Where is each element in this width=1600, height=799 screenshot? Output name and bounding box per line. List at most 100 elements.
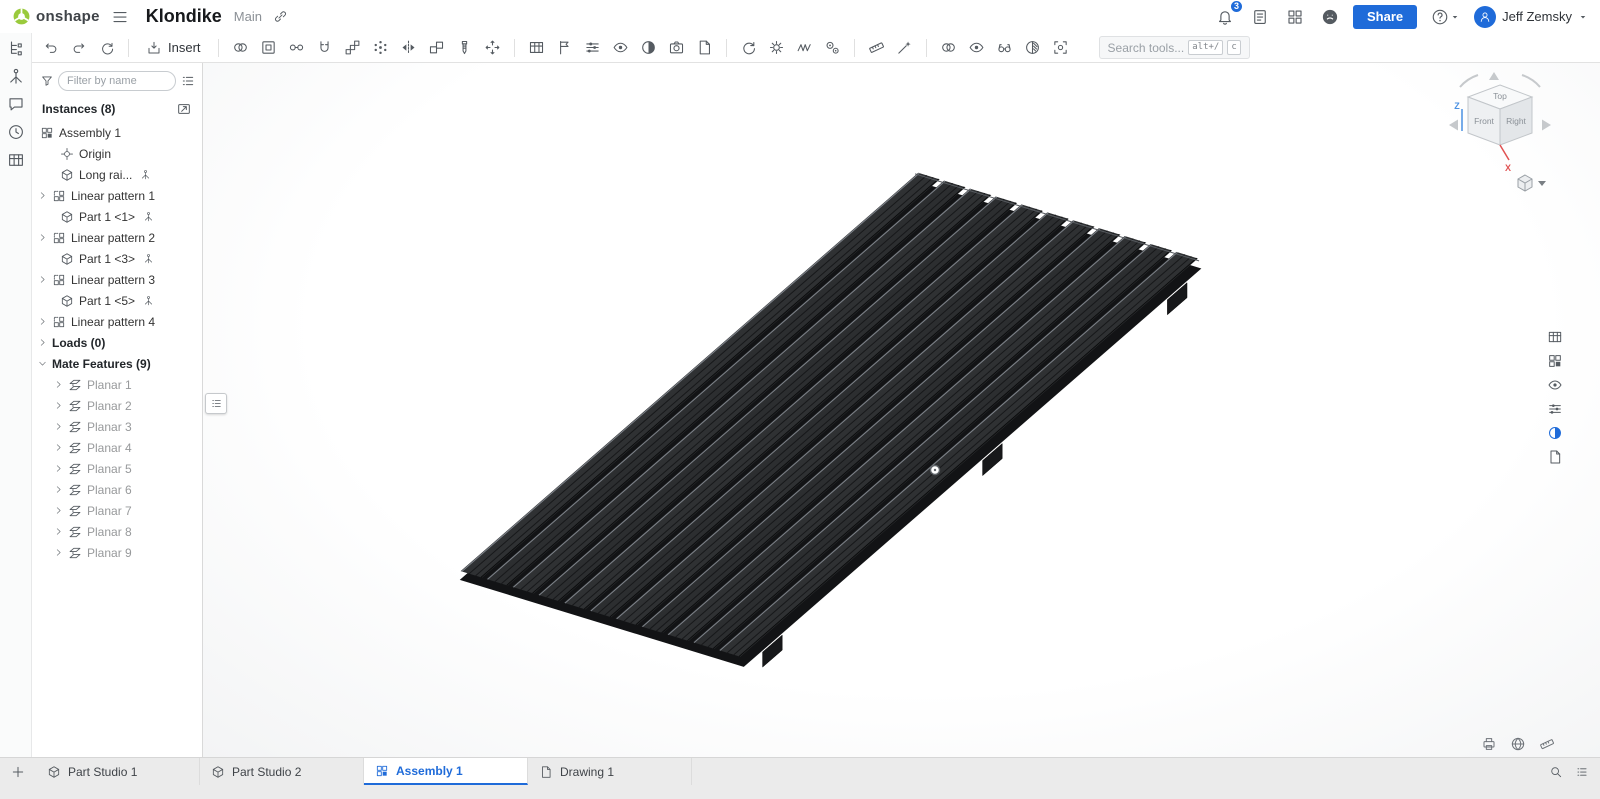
insert-instance-icon[interactable] (176, 101, 192, 117)
replicate-tool-button[interactable] (423, 35, 450, 61)
copy-link-button[interactable] (270, 6, 291, 27)
mate-relation-tool-button[interactable] (283, 35, 310, 61)
custom-tables-panel-button[interactable] (1544, 446, 1566, 467)
show-hide-tool-button[interactable] (963, 35, 990, 61)
exploded-view-tool-button[interactable] (479, 35, 506, 61)
undo-button[interactable] (37, 35, 64, 61)
display-states-panel-button[interactable] (1544, 374, 1566, 395)
view-options-button[interactable] (1518, 175, 1546, 191)
assembly-model[interactable] (203, 63, 1600, 757)
rotate-cw-icon[interactable] (1522, 75, 1540, 87)
appearance-panel-button[interactable] (1544, 422, 1566, 443)
refresh-button[interactable] (93, 35, 120, 61)
tree-item[interactable]: Part 1 <5> (32, 290, 202, 311)
snap-mode-tool-button[interactable] (311, 35, 338, 61)
mate-feature-item[interactable]: Planar 9 (32, 542, 202, 563)
onshape-logo[interactable]: onshape (12, 7, 100, 26)
spring-tool-button[interactable] (791, 35, 818, 61)
configurations-tool-button[interactable] (579, 35, 606, 61)
bom-tool-button[interactable] (523, 35, 550, 61)
gear-train-tool-button[interactable] (819, 35, 846, 61)
properties-panel-button[interactable] (4, 149, 28, 171)
tree-item[interactable]: Linear pattern 1 (32, 185, 202, 206)
mate-connector-panel-button[interactable] (4, 65, 28, 87)
view-cube[interactable]: Top Front Right Z X (1446, 69, 1554, 201)
display-states-tool-button[interactable] (607, 35, 634, 61)
mate-feature-item[interactable]: Planar 1 (32, 374, 202, 395)
section-view-tool-button[interactable] (1019, 35, 1046, 61)
instances-panel-button[interactable] (1544, 350, 1566, 371)
named-positions-tool-button[interactable] (551, 35, 578, 61)
tree-item[interactable]: Assembly 1 (32, 122, 202, 143)
comments-button[interactable] (4, 93, 28, 115)
rotate-left-icon[interactable] (1449, 120, 1458, 131)
help-menu-button[interactable] (1428, 5, 1463, 29)
measure-button[interactable] (1538, 735, 1556, 753)
share-button[interactable]: Share (1353, 5, 1417, 29)
bom-panel-button[interactable] (1544, 326, 1566, 347)
in-context-tool-button[interactable] (891, 35, 918, 61)
rotate-ccw-icon[interactable] (1460, 75, 1478, 87)
tree-item[interactable]: Long rai... (32, 164, 202, 185)
tree-item[interactable]: Origin (32, 143, 202, 164)
redo-button[interactable] (65, 35, 92, 61)
search-tabs-button[interactable] (1546, 762, 1566, 782)
isolate-tool-button[interactable] (1047, 35, 1074, 61)
documents-menu-button[interactable] (108, 5, 132, 29)
print-button[interactable] (1480, 735, 1498, 753)
circular-pattern-tool-button[interactable] (367, 35, 394, 61)
mate-feature-item[interactable]: Planar 6 (32, 479, 202, 500)
notifications-button[interactable]: 3 (1213, 5, 1237, 29)
globe-button[interactable] (1509, 735, 1527, 753)
mate-feature-item[interactable]: Planar 4 (32, 437, 202, 458)
mate-feature-item[interactable]: Planar 3 (32, 416, 202, 437)
tab-assembly-1[interactable]: Assembly 1 (364, 758, 528, 785)
tree-item[interactable]: Part 1 <1> (32, 206, 202, 227)
tree-item[interactable]: Linear pattern 2 (32, 227, 202, 248)
mate-features-section-row[interactable]: Mate Features (9) (32, 353, 202, 374)
snapshot-tool-button[interactable] (663, 35, 690, 61)
search-tools-box[interactable]: Search tools... alt+/ c (1099, 36, 1250, 59)
filter-icon[interactable] (40, 74, 54, 88)
mirror-tool-button[interactable] (395, 35, 422, 61)
configuration-panel-button[interactable] (1544, 398, 1566, 419)
linear-pattern-tool-button[interactable] (339, 35, 366, 61)
tab-manager-button[interactable] (1572, 762, 1592, 782)
insert-button[interactable]: Insert (137, 35, 210, 61)
tab-part-studio-1[interactable]: Part Studio 1 (36, 758, 200, 785)
mate-feature-item[interactable]: Planar 8 (32, 521, 202, 542)
update-linked-tool-button[interactable] (735, 35, 762, 61)
standard-content-tool-button[interactable] (451, 35, 478, 61)
mate-tool-button[interactable] (227, 35, 254, 61)
tab-drawing-1[interactable]: Drawing 1 (528, 758, 692, 785)
list-view-icon[interactable] (180, 73, 196, 89)
rotate-up-icon[interactable] (1489, 72, 1499, 80)
versions-history-button[interactable] (4, 121, 28, 143)
tree-item[interactable]: Linear pattern 3 (32, 269, 202, 290)
graphics-area[interactable]: Top Front Right Z X (203, 63, 1600, 757)
app-store-button[interactable] (1283, 5, 1307, 29)
mate-feature-item[interactable]: Planar 5 (32, 458, 202, 479)
rotate-right-icon[interactable] (1542, 120, 1551, 131)
workspace-name[interactable]: Main (234, 9, 262, 24)
learning-center-button[interactable] (1318, 5, 1342, 29)
appearance-tool-button[interactable] (635, 35, 662, 61)
add-tab-button[interactable] (0, 758, 36, 785)
interference-tool-button[interactable] (935, 35, 962, 61)
user-menu[interactable]: Jeff Zemsky (1474, 6, 1588, 28)
mate-feature-item[interactable]: Planar 7 (32, 500, 202, 521)
create-drawing-tool-button[interactable] (691, 35, 718, 61)
group-tool-button[interactable] (255, 35, 282, 61)
gear-tool-button[interactable] (763, 35, 790, 61)
mate-feature-item[interactable]: Planar 2 (32, 395, 202, 416)
tree-item[interactable]: Linear pattern 4 (32, 311, 202, 332)
loads-section-row[interactable]: Loads (0) (32, 332, 202, 353)
model-tree-button[interactable] (4, 37, 28, 59)
tree-item[interactable]: Part 1 <3> (32, 248, 202, 269)
measure-frame-tool-button[interactable] (863, 35, 890, 61)
filter-input[interactable] (58, 71, 176, 91)
tree-panel-toggle-button[interactable] (205, 393, 227, 414)
whats-new-button[interactable] (1248, 5, 1272, 29)
tab-part-studio-2[interactable]: Part Studio 2 (200, 758, 364, 785)
visibility-tool-button[interactable] (991, 35, 1018, 61)
